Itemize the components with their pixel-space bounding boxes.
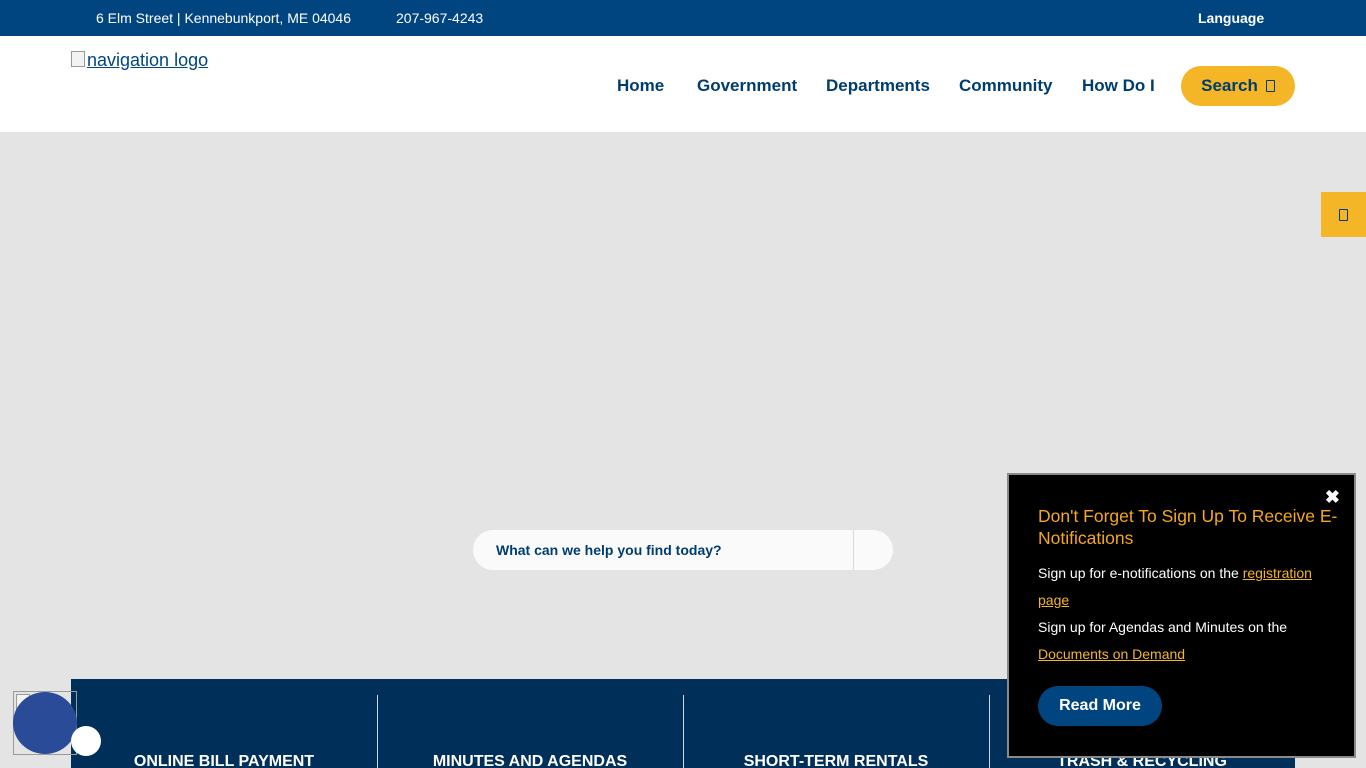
search-button-label: Search <box>1201 76 1258 95</box>
search-divider <box>853 530 854 570</box>
side-tab-icon <box>1339 208 1348 221</box>
nav-departments[interactable]: Departments <box>826 76 930 96</box>
search-icon <box>1265 80 1275 92</box>
site-header: navigation logo Home Government Departme… <box>0 36 1366 132</box>
nav-how-do-i[interactable]: How Do I <box>1082 76 1155 96</box>
quicklink-short-term-rentals[interactable]: SHORT-TERM RENTALS <box>683 753 989 768</box>
accessibility-toggle-dot[interactable] <box>71 726 101 756</box>
accessibility-icon[interactable] <box>13 692 77 754</box>
logo-alt-text: navigation logo <box>87 50 209 70</box>
phone-link[interactable]: 207-967-4243 <box>396 10 483 26</box>
read-more-button[interactable]: Read More <box>1038 686 1162 726</box>
hero-search-input[interactable] <box>473 530 853 570</box>
nav-community[interactable]: Community <box>959 76 1053 96</box>
nav-government[interactable]: Government <box>697 76 797 96</box>
popup-title: Don't Forget To Sign Up To Receive E-Not… <box>1038 506 1338 548</box>
navigation-logo[interactable]: navigation logo <box>71 50 208 71</box>
nav-home[interactable]: Home <box>617 76 664 96</box>
broken-image-icon <box>71 51 85 67</box>
notification-popup: ✖ Don't Forget To Sign Up To Receive E-N… <box>1007 473 1356 758</box>
side-tab-button[interactable] <box>1321 192 1366 237</box>
documents-on-demand-link[interactable]: Documents on Demand <box>1038 646 1185 662</box>
top-bar: 6 Elm Street | Kennebunkport, ME 04046 2… <box>0 0 1366 36</box>
address-text: 6 Elm Street | Kennebunkport, ME 04046 <box>96 10 352 26</box>
popup-line1-text: Sign up for e-notifications on the <box>1038 565 1243 581</box>
search-button[interactable]: Search <box>1181 66 1295 106</box>
language-selector[interactable]: Language <box>1198 10 1264 26</box>
popup-line2-text: Sign up for Agendas and Minutes on the <box>1038 619 1288 635</box>
popup-body: Sign up for e-notifications on the regis… <box>1038 560 1338 668</box>
hero-search-box <box>473 530 893 570</box>
quicklink-minutes-and-agendas[interactable]: MINUTES AND AGENDAS <box>377 753 683 768</box>
quicklink-online-bill-payment[interactable]: ONLINE BILL PAYMENT <box>71 753 377 768</box>
